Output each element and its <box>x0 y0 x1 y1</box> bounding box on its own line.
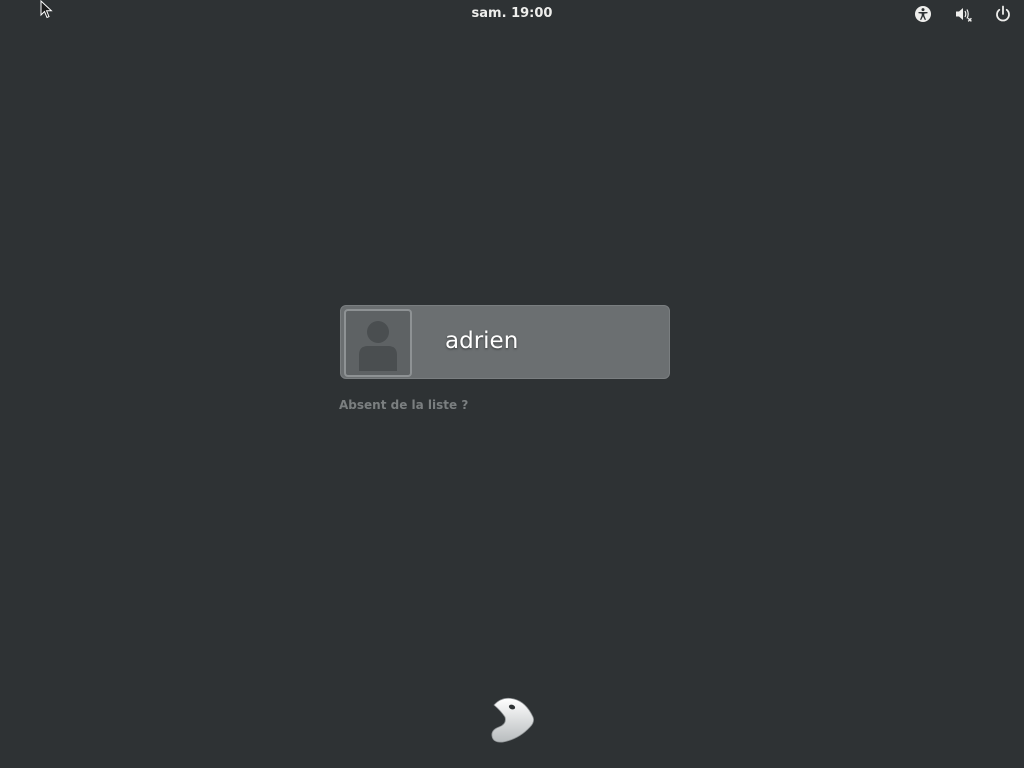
login-screen: sam. 19:00 adrien Absent de la liste ? <box>0 0 1024 768</box>
user-list-item-adrien[interactable]: adrien <box>340 305 670 379</box>
gnome-foot-logo <box>488 696 536 744</box>
mouse-pointer-icon <box>40 0 54 20</box>
power-icon[interactable] <box>993 4 1013 24</box>
volume-muted-icon[interactable] <box>953 4 973 24</box>
accessibility-icon[interactable] <box>913 4 933 24</box>
clock[interactable]: sam. 19:00 <box>0 6 1024 21</box>
username-label: adrien <box>445 328 519 354</box>
default-avatar-icon <box>344 309 412 377</box>
not-listed-link[interactable]: Absent de la liste ? <box>339 398 468 412</box>
top-bar: sam. 19:00 <box>0 0 1024 28</box>
